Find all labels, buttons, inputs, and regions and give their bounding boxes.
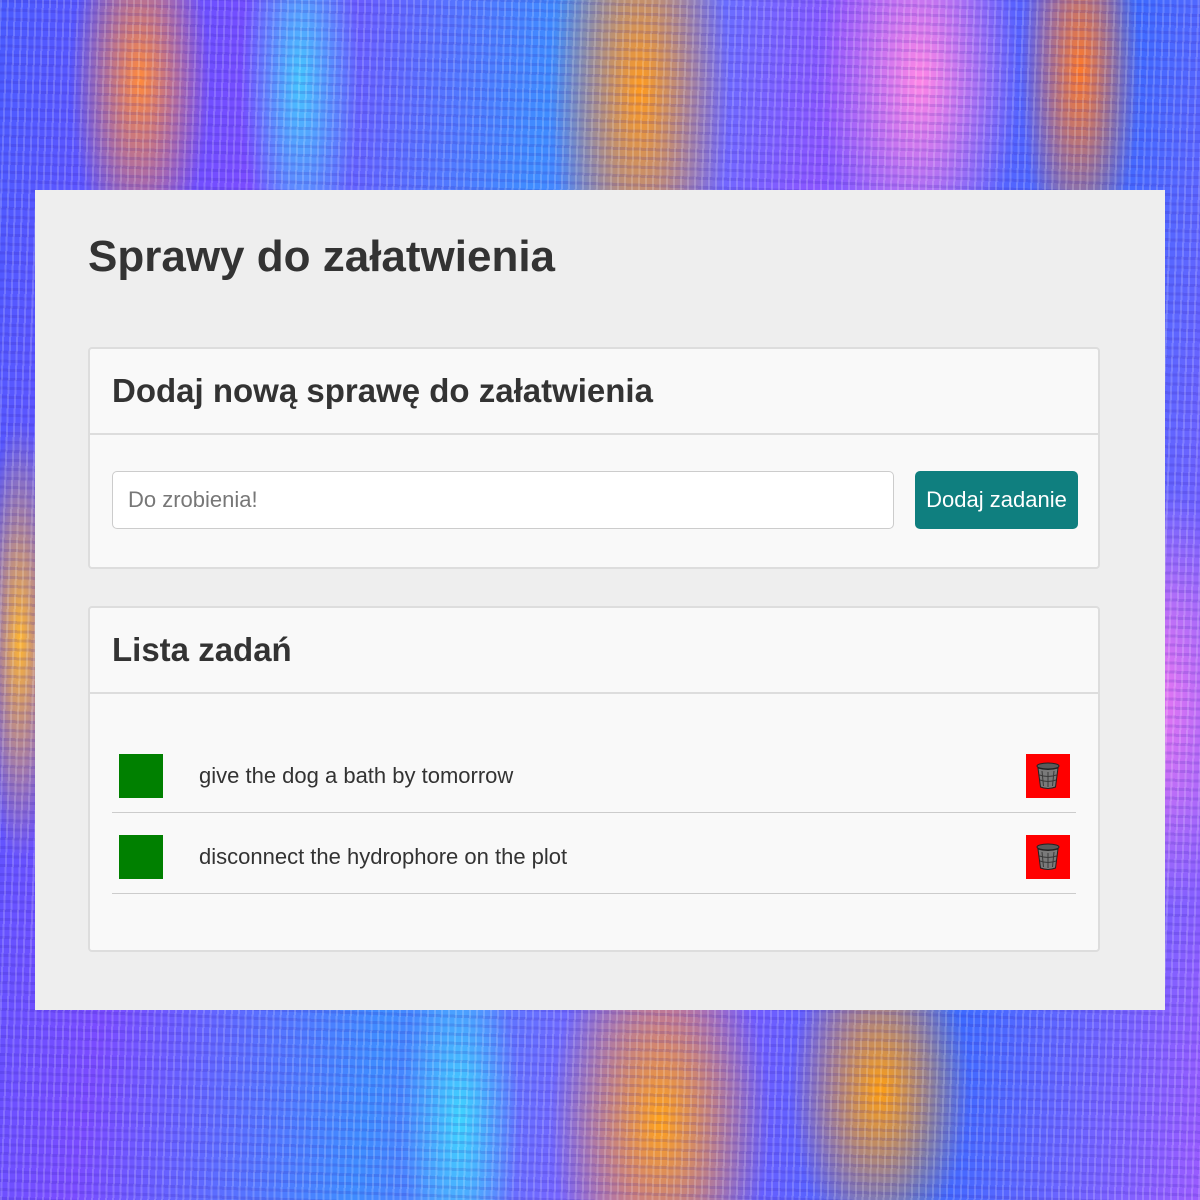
- task-text: give the dog a bath by tomorrow: [199, 763, 514, 788]
- trash-can-icon: [1036, 762, 1060, 789]
- task-row: disconnect the hydrophore on the plot: [112, 813, 1076, 894]
- add-task-card: Dodaj nową sprawę do załatwienia Dodaj z…: [88, 347, 1100, 569]
- delete-task-button[interactable]: [1026, 754, 1070, 798]
- task-row: give the dog a bath by tomorrow: [112, 732, 1076, 813]
- task-list-card: Lista zadań give the dog a bath by tomor…: [88, 606, 1100, 952]
- new-task-input[interactable]: [112, 471, 894, 529]
- task-list-heading: Lista zadań: [112, 631, 292, 668]
- page-title: Sprawy do załatwienia: [88, 232, 556, 281]
- task-list: give the dog a bath by tomorrow disconne…: [90, 694, 1098, 894]
- add-task-button[interactable]: Dodaj zadanie: [915, 471, 1078, 529]
- task-list-card-header: Lista zadań: [90, 608, 1098, 694]
- complete-task-checkbox[interactable]: [119, 835, 163, 879]
- task-text: disconnect the hydrophore on the plot: [199, 844, 568, 869]
- add-task-heading: Dodaj nową sprawę do załatwienia: [112, 372, 653, 409]
- trash-can-icon: [1036, 843, 1060, 870]
- complete-task-checkbox[interactable]: [119, 754, 163, 798]
- add-task-form: Dodaj zadanie: [90, 435, 1098, 565]
- add-task-card-header: Dodaj nową sprawę do załatwienia: [90, 349, 1098, 435]
- delete-task-button[interactable]: [1026, 835, 1070, 879]
- todo-app-panel: Sprawy do załatwienia Dodaj nową sprawę …: [35, 190, 1165, 1010]
